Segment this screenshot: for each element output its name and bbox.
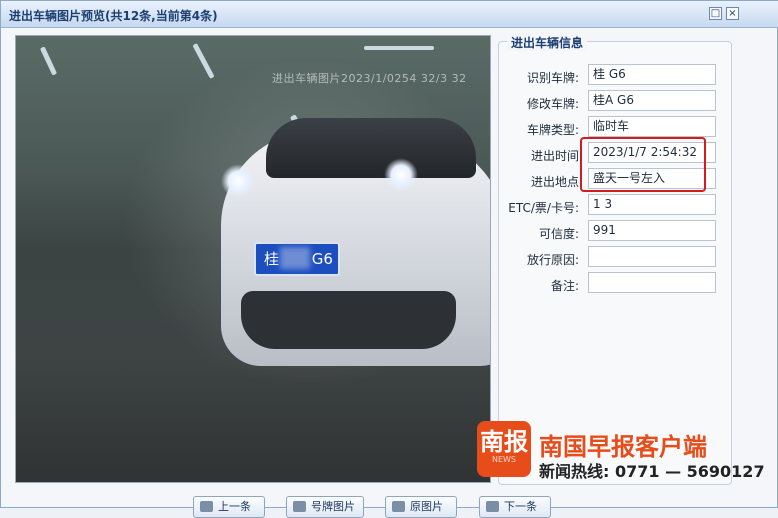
ceiling-light-1 [39,46,58,76]
field-label-modified-plate: 修改车牌: [526,97,579,111]
picture-icon [392,501,405,512]
next-button-label: 下一条 [504,500,537,513]
right-headlight [384,158,418,192]
info-panel-legend: 进出车辆信息 [507,34,588,51]
plate-type-field[interactable]: 临时车 [588,116,716,137]
watermark-logo: 南报 [477,421,531,477]
original-image-button-label: 原图片 [410,500,443,513]
field-label-release-reason: 放行原因: [526,253,579,267]
next-button[interactable]: 下一条 [479,496,551,518]
field-label-time: 进出时间 [530,149,579,163]
next-icon [486,501,499,512]
prev-icon [200,501,213,512]
image-icon [293,501,306,512]
window-title: 进出车辆图片预览(共12条,当前第4条) [9,9,218,23]
field-label-remarks: 备注: [550,279,579,293]
field-label-confidence: 可信度: [538,227,579,241]
prev-button-label: 上一条 [218,500,251,513]
plate-left-text: 桂 [264,250,280,268]
titlebar: 进出车辆图片预览(共12条,当前第4条) □ × [1,1,778,28]
remarks-field[interactable] [588,272,716,293]
plate-right-text: G6 [311,250,333,268]
ceiling-light-3 [364,46,434,50]
image-overlay-text: 进出车辆图片2023/1/0254 32/3 32 [272,72,467,85]
field-label-recognized-plate: 识别车牌: [526,71,579,85]
prev-button[interactable]: 上一条 [193,496,265,518]
field-label-plate-type: 车牌类型: [526,123,579,137]
vehicle-preview-window: 进出车辆图片预览(共12条,当前第4条) □ × 桂 G6 进出车辆图片2023… [0,0,778,518]
modified-plate-field[interactable]: 桂A G6 [588,90,716,111]
car-windshield [266,118,476,178]
ceiling-light-2 [192,43,215,79]
plate-image-button[interactable]: 号牌图片 [286,496,364,518]
watermark-hotline: 新闻热线: 0771 — 5690127 [539,462,765,481]
release-reason-field[interactable] [588,246,716,267]
car-grille [241,291,456,349]
vehicle-image-preview: 桂 G6 进出车辆图片2023/1/0254 32/3 32 [15,35,491,483]
original-image-button[interactable]: 原图片 [385,496,457,518]
left-headlight [221,164,255,198]
plate-redaction [280,247,310,269]
plate-image-button-label: 号牌图片 [311,500,355,513]
field-label-etc: ETC/票/卡号: [508,201,579,215]
annotation-highlight-box [580,137,706,192]
maximize-icon[interactable]: □ [709,7,722,20]
confidence-field[interactable]: 991 [588,220,716,241]
close-icon[interactable]: × [726,7,739,20]
watermark-brand: 南国早报客户端 [539,433,707,461]
etc-card-field[interactable]: 1 3 [588,194,716,215]
field-label-location: 进出地点 [530,175,579,189]
recognized-plate-field[interactable]: 桂 G6 [588,64,716,85]
watermark-logo-subtext: NEWS [491,455,517,464]
